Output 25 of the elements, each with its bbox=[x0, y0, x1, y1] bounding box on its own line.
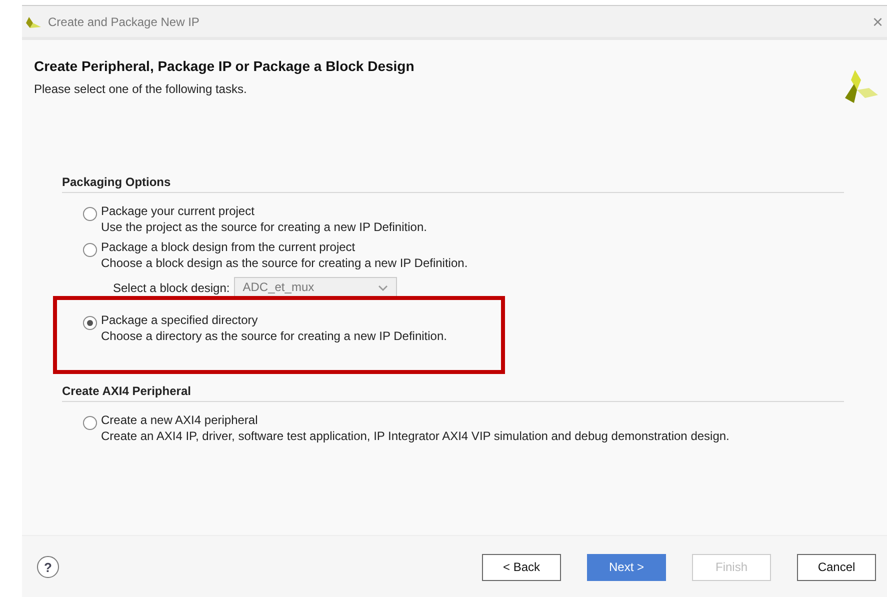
page-subtitle: Please select one of the following tasks. bbox=[34, 82, 248, 96]
section-title: Packaging Options bbox=[62, 175, 844, 193]
option-description: Choose a block design as the source for creating a new IP Definition. bbox=[101, 255, 468, 271]
chevron-down-icon bbox=[378, 284, 388, 290]
radio-button[interactable] bbox=[83, 316, 97, 330]
help-button[interactable]: ? bbox=[37, 556, 59, 578]
dialog-button[interactable]: Next > bbox=[587, 554, 666, 580]
dialog-button[interactable]: < Back bbox=[482, 554, 561, 580]
radio-button[interactable] bbox=[83, 207, 97, 221]
dropdown-label: Select a block design: bbox=[113, 280, 230, 294]
option-label[interactable]: Package a specified directory bbox=[101, 312, 447, 328]
option-description: Use the project as the source for creating a new IP Definition. bbox=[101, 219, 427, 235]
option-label[interactable]: Create a new AXI4 peripheral bbox=[101, 412, 730, 428]
logo-icon bbox=[845, 70, 879, 104]
option-description: Create an AXI4 IP, driver, software test application, IP Integrator AXI4 VIP simulation and debug demonstration design. bbox=[101, 428, 730, 444]
radio-button[interactable] bbox=[83, 416, 97, 430]
option-description: Choose a directory as the source for creating a new IP Definition. bbox=[101, 328, 447, 344]
page-title: Create Peripheral, Package IP or Package a Block Design bbox=[34, 58, 416, 74]
option-label[interactable]: Package your current project bbox=[101, 203, 427, 219]
section-title: Create AXI4 Peripheral bbox=[62, 384, 844, 402]
dialog-button[interactable]: Cancel bbox=[797, 554, 876, 580]
logo-icon bbox=[26, 14, 42, 28]
window-title: Create and Package New IP bbox=[48, 14, 200, 28]
option-label[interactable]: Package a block design from the current project bbox=[101, 239, 468, 255]
radio-button[interactable] bbox=[83, 243, 97, 257]
